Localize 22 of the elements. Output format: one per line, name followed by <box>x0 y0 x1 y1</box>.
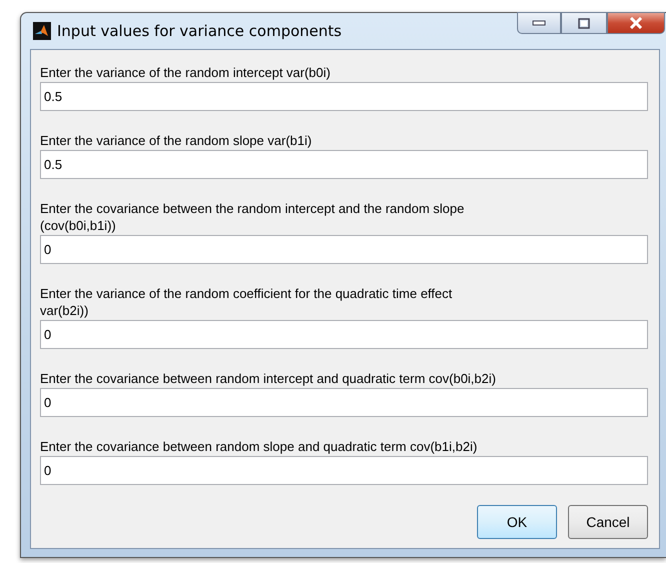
field-label: Enter the variance of the random intercept var(b0i) <box>40 64 332 81</box>
input-field[interactable]: 0.5 <box>40 82 648 111</box>
minimize-button[interactable] <box>517 12 561 34</box>
minimize-icon <box>532 20 546 26</box>
app-icon <box>33 22 51 40</box>
close-button[interactable] <box>607 12 665 34</box>
field-label: Enter the covariance between random intercept and quadratic term cov(b0i,b2i) <box>40 370 497 387</box>
input-field[interactable]: 0 <box>40 320 648 349</box>
window-title: Input values for variance components <box>57 22 342 40</box>
maximize-button[interactable] <box>561 12 607 34</box>
input-field[interactable]: 0.5 <box>40 150 648 179</box>
field-label: Enter the covariance between random slope and quadratic term cov(b1i,b2i) <box>40 438 478 455</box>
input-field[interactable]: 0 <box>40 456 648 485</box>
field-label: Enter the variance of the random slope var(b1i) <box>40 132 313 149</box>
dialog-button[interactable]: Cancel <box>568 505 648 539</box>
maximize-icon <box>578 18 590 28</box>
input-field[interactable]: 0 <box>40 388 648 417</box>
field-label: Enter the variance of the random coefficient for the quadratic time effect var(b2i)) <box>40 285 454 319</box>
input-field[interactable]: 0 <box>40 235 648 264</box>
close-icon <box>628 17 644 29</box>
field-label: Enter the covariance between the random intercept and the random slope (cov(b0i,b1i)) <box>40 200 466 234</box>
dialog-button[interactable]: OK <box>477 505 557 539</box>
